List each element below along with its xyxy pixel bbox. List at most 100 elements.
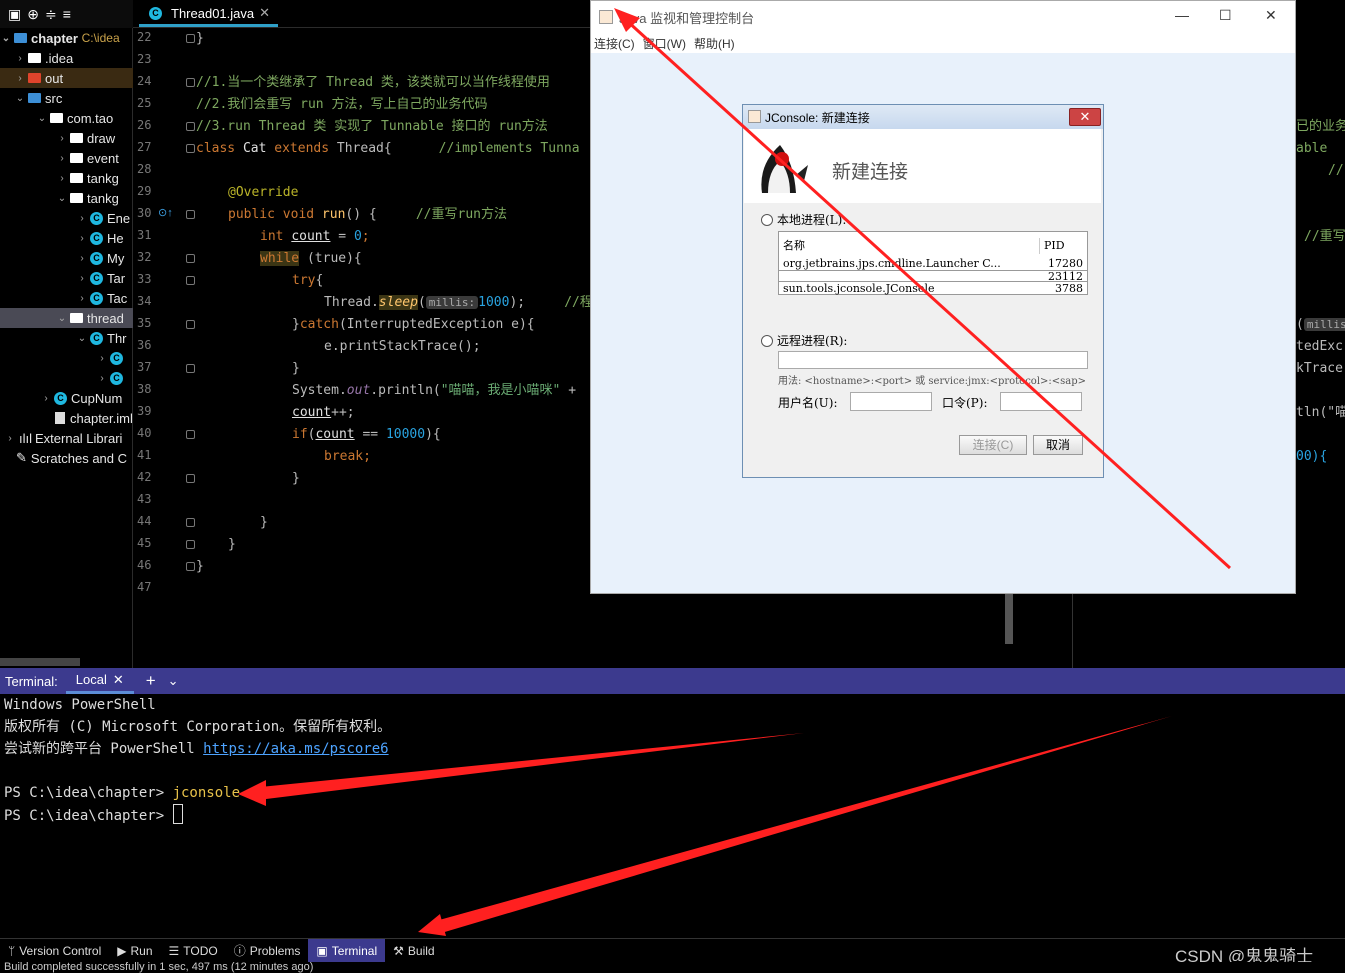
close-icon[interactable]: ✕ (259, 5, 270, 21)
tree-item-cupnum[interactable]: › C CupNum (0, 388, 133, 408)
tree-item-chapter[interactable]: ⌄ chapter C:\idea (0, 28, 133, 48)
chevron-right-icon[interactable]: › (96, 373, 108, 384)
tree-item-chapter-iml[interactable]: chapter.iml (0, 408, 133, 428)
terminal-output[interactable]: Windows PowerShell 版权所有 (C) Microsoft Co… (0, 694, 1345, 938)
password-input[interactable] (1000, 392, 1082, 411)
fold-marker-icon[interactable] (186, 254, 195, 263)
tree-item-tankgame-2[interactable]: ⌄ tankg (0, 188, 133, 208)
chevron-down-icon[interactable]: ⌄ (56, 193, 68, 204)
chevron-right-icon[interactable]: › (96, 353, 108, 364)
chevron-down-icon[interactable]: ⌄ (168, 673, 179, 689)
menu-connect[interactable]: 连接(C) (594, 35, 635, 52)
password-label: 口令(P): (942, 396, 988, 410)
fold-marker-icon[interactable] (186, 364, 195, 373)
local-process-option[interactable]: 本地进程(L): (761, 211, 846, 228)
process-table[interactable]: 名称 PID org.jetbrains.jps.cmdline.Launcher… (778, 231, 1088, 295)
table-row[interactable]: sun.tools.jconsole.JConsole 3788 (779, 283, 1087, 295)
chevron-right-icon[interactable]: › (14, 73, 26, 84)
tab-thread01-java[interactable]: C Thread01.java ✕ (139, 2, 279, 27)
close-icon[interactable]: ✕ (113, 672, 124, 688)
tree-item-thread[interactable]: ⌄ thread (0, 308, 133, 328)
project-icon[interactable]: ▣ (8, 6, 21, 23)
collapse-all-icon[interactable]: ≡ (63, 6, 71, 22)
chevron-down-icon[interactable]: ⌄ (0, 33, 12, 44)
tree-item-draw[interactable]: › draw (0, 128, 133, 148)
tree-item-class[interactable]: › C (0, 348, 133, 368)
tool-build[interactable]: ⚒ Build (385, 939, 442, 963)
menu-help[interactable]: 帮助(H) (694, 35, 735, 52)
pscore-link[interactable]: https://aka.ms/pscore6 (203, 741, 388, 757)
chevron-down-icon[interactable]: ⌄ (14, 93, 26, 104)
username-input[interactable] (850, 392, 932, 411)
fold-marker-icon[interactable] (186, 276, 195, 285)
chevron-down-icon[interactable]: ⌄ (76, 333, 88, 344)
cancel-button[interactable]: 取消 (1033, 435, 1083, 455)
fold-marker-icon[interactable] (186, 34, 195, 43)
tree-item-idea[interactable]: › .idea (0, 48, 133, 68)
tree-item-tankgame-1[interactable]: › tankg (0, 168, 133, 188)
chevron-right-icon[interactable]: › (56, 133, 68, 144)
tree-item-out[interactable]: › out (0, 68, 133, 88)
tree-item-class[interactable]: › C Tac (0, 288, 133, 308)
tool-problems[interactable]: ⓘ Problems (226, 939, 309, 963)
maximize-icon[interactable]: ☐ (1219, 7, 1232, 24)
chevron-right-icon[interactable]: › (56, 153, 68, 164)
remote-process-option[interactable]: 远程进程(R): (761, 332, 847, 349)
expand-all-icon[interactable]: ≑ (45, 6, 57, 23)
code-editor[interactable]: } //1.当一个类继承了 Thread 类，该类就可以当作线程使用 //2.我… (196, 28, 590, 668)
fold-marker-icon[interactable] (186, 474, 195, 483)
tool-version-control[interactable]: ᛘ Version Control (0, 939, 109, 963)
table-row[interactable]: 23112 (779, 270, 1087, 283)
fold-marker-icon[interactable] (186, 210, 195, 219)
chevron-right-icon[interactable]: › (76, 253, 88, 264)
chevron-right-icon[interactable]: › (4, 433, 16, 444)
globe-icon[interactable]: ⊕ (27, 6, 39, 23)
tree-item-external-libraries[interactable]: › ılıl External Librari (0, 428, 133, 448)
remote-address-input[interactable] (778, 351, 1088, 369)
tree-item-class[interactable]: › C Tar (0, 268, 133, 288)
fold-marker-icon[interactable] (186, 122, 195, 131)
menu-window[interactable]: 窗口(W) (643, 35, 686, 52)
fold-marker-icon[interactable] (186, 320, 195, 329)
chevron-down-icon[interactable]: ⌄ (56, 313, 68, 324)
add-icon[interactable]: + (146, 671, 156, 691)
tree-item-src[interactable]: ⌄ src (0, 88, 133, 108)
tree-item-class[interactable]: › C Ene (0, 208, 133, 228)
connect-button[interactable]: 连接(C) (959, 435, 1027, 455)
chevron-right-icon[interactable]: › (76, 273, 88, 284)
tree-item-scratches[interactable]: ✎ Scratches and C (0, 448, 133, 468)
fold-marker-icon[interactable] (186, 562, 195, 571)
fold-marker-icon[interactable] (186, 518, 195, 527)
tab-local[interactable]: Local ✕ (65, 668, 134, 694)
fold-marker-icon[interactable] (186, 78, 195, 87)
close-icon[interactable]: ✕ (1265, 7, 1277, 24)
radio-remote[interactable] (761, 335, 773, 347)
tool-terminal[interactable]: ▣ Terminal (308, 938, 386, 963)
radio-local[interactable] (761, 214, 773, 226)
table-row[interactable]: org.jetbrains.jps.cmdline.Launcher C... 1… (779, 258, 1087, 270)
chevron-right-icon[interactable]: › (76, 293, 88, 304)
chevron-right-icon[interactable]: › (76, 233, 88, 244)
tool-run[interactable]: ▶ Run (109, 939, 160, 963)
code-fragment: kTrace (1296, 361, 1343, 376)
chevron-right-icon[interactable]: › (76, 213, 88, 224)
override-marker-icon[interactable]: ⊙↑ (158, 206, 173, 219)
tree-item-com-tao[interactable]: ⌄ com.tao (0, 108, 133, 128)
tree-item-class[interactable]: › C (0, 368, 133, 388)
tree-item-class[interactable]: › C My (0, 248, 133, 268)
editor-scrollbar[interactable] (1005, 594, 1013, 644)
horizontal-scrollbar[interactable] (0, 658, 80, 666)
tree-item-class[interactable]: ⌄ C Thr (0, 328, 133, 348)
chevron-right-icon[interactable]: › (14, 53, 26, 64)
chevron-down-icon[interactable]: ⌄ (36, 113, 48, 124)
fold-marker-icon[interactable] (186, 144, 195, 153)
close-icon[interactable]: ✕ (1069, 108, 1101, 126)
chevron-right-icon[interactable]: › (56, 173, 68, 184)
tree-item-class[interactable]: › C He (0, 228, 133, 248)
minimize-icon[interactable]: — (1175, 7, 1189, 23)
tool-todo[interactable]: ☰ TODO (161, 939, 226, 963)
tree-item-event[interactable]: › event (0, 148, 133, 168)
fold-marker-icon[interactable] (186, 540, 195, 549)
chevron-right-icon[interactable]: › (40, 393, 52, 404)
fold-marker-icon[interactable] (186, 430, 195, 439)
